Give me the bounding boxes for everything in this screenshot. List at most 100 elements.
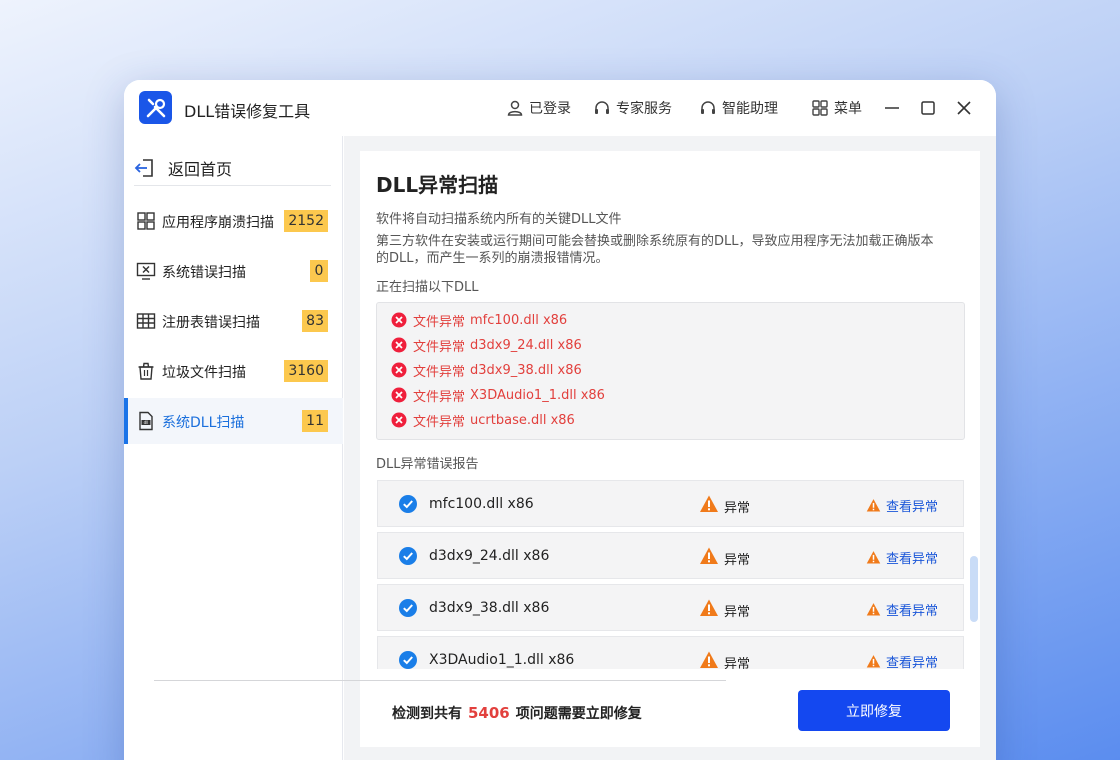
- warning-icon: [700, 651, 718, 668]
- count-badge: 3160: [284, 360, 328, 382]
- title-bar: DLL错误修复工具 已登录 专家服务 智能助理 菜单: [124, 80, 996, 136]
- checkbox-checked-icon[interactable]: [399, 651, 417, 669]
- report-status: 异常: [724, 553, 751, 568]
- scan-item: 文件异常 d3dx9_24.dll x86: [391, 335, 582, 355]
- count-badge: 0: [310, 260, 328, 282]
- scan-file: mfc100.dll x86: [470, 312, 568, 328]
- report-row[interactable]: d3dx9_38.dll x86 异常 查看异常: [377, 584, 964, 631]
- warning-icon: [866, 550, 881, 563]
- view-anomaly-link[interactable]: 查看异常: [866, 496, 939, 515]
- back-home-button[interactable]: 返回首页: [134, 150, 331, 186]
- count-badge: 11: [302, 410, 328, 432]
- report-file: mfc100.dll x86: [429, 496, 534, 512]
- expert-label: 专家服务: [616, 101, 672, 117]
- report-row[interactable]: mfc100.dll x86 异常 查看异常: [377, 480, 964, 527]
- view-anomaly-link[interactable]: 查看异常: [866, 600, 938, 619]
- assistant-label: 智能助理: [722, 101, 778, 117]
- error-x-icon: [391, 312, 407, 328]
- svg-text:dll: dll: [144, 420, 149, 425]
- app-logo-icon: [139, 91, 172, 124]
- summary-suffix: 项问题需要立即修复: [515, 706, 642, 722]
- user-icon: [507, 100, 523, 116]
- scan-item: 文件异常 X3DAudio1_1.dll x86: [391, 385, 605, 405]
- maximize-button[interactable]: [917, 97, 939, 119]
- report-list: mfc100.dll x86 异常 查看异常 d3dx9_24.dll x86 …: [376, 480, 976, 669]
- smart-assistant-button[interactable]: 智能助理: [699, 97, 778, 119]
- view-anomaly-label: 查看异常: [886, 655, 939, 670]
- summary-text: 检测到共有 5406 项问题需要立即修复: [392, 703, 642, 723]
- minimize-icon: [885, 107, 899, 109]
- scan-file: ucrtbase.dll x86: [470, 412, 575, 428]
- trash-icon: [138, 362, 154, 380]
- sidebar-item-registry[interactable]: 注册表错误扫描 83: [124, 298, 343, 344]
- report-file: d3dx9_38.dll x86: [429, 600, 550, 616]
- maximize-icon: [921, 101, 935, 115]
- grid-apps-icon: [137, 212, 155, 230]
- scan-item: 文件异常 d3dx9_38.dll x86: [391, 360, 582, 380]
- scan-status: 文件异常: [413, 314, 466, 330]
- view-anomaly-link[interactable]: 查看异常: [866, 652, 938, 669]
- description-detail: 第三方软件在安装或运行期间可能会替换或删除系统原有的DLL，导致应用程序无法加载…: [376, 234, 934, 266]
- sidebar-item-app-crash[interactable]: 应用程序崩溃扫描 2152: [124, 198, 343, 244]
- login-status-button[interactable]: 已登录: [506, 97, 571, 119]
- close-icon: [957, 101, 971, 115]
- scan-item: 文件异常 mfc100.dll x86: [391, 310, 567, 330]
- scan-status: 文件异常: [413, 364, 466, 380]
- app-title: DLL错误修复工具: [184, 102, 311, 121]
- scan-status: 文件异常: [413, 339, 466, 355]
- scan-file: X3DAudio1_1.dll x86: [470, 387, 605, 403]
- summary-prefix: 检测到共有: [392, 706, 462, 722]
- report-row[interactable]: d3dx9_24.dll x86 异常 查看异常: [377, 532, 964, 579]
- error-x-icon: [391, 362, 407, 378]
- scan-file: d3dx9_38.dll x86: [470, 362, 582, 378]
- back-arrow-icon: [134, 158, 153, 177]
- scan-status: 文件异常: [413, 389, 466, 405]
- minimize-button[interactable]: [881, 97, 903, 119]
- sidebar-item-junk-files[interactable]: 垃圾文件扫描 3160: [124, 348, 343, 394]
- error-x-icon: [391, 337, 407, 353]
- grid-menu-icon: [812, 100, 828, 116]
- count-badge: 83: [302, 310, 328, 332]
- fix-now-button[interactable]: 立即修复: [798, 690, 950, 731]
- menu-label: 菜单: [834, 101, 862, 117]
- expert-service-button[interactable]: 专家服务: [593, 97, 672, 119]
- error-x-icon: [391, 387, 407, 403]
- scan-item: 文件异常 ucrtbase.dll x86: [391, 410, 575, 430]
- page-title: DLL异常扫描: [376, 173, 499, 197]
- back-home-label: 返回首页: [168, 159, 233, 179]
- sidebar-item-label: 注册表错误扫描: [162, 315, 260, 331]
- warning-icon: [700, 495, 718, 512]
- menu-button[interactable]: 菜单: [811, 97, 862, 119]
- count-badge: 2152: [284, 210, 328, 232]
- sidebar-item-label: 应用程序崩溃扫描: [162, 215, 274, 231]
- report-status: 异常: [724, 657, 751, 669]
- sidebar-item-system-dll[interactable]: dll 系统DLL扫描 11: [124, 398, 343, 444]
- error-x-icon: [391, 412, 407, 428]
- report-row[interactable]: X3DAudio1_1.dll x86 异常 查看异常: [377, 636, 964, 669]
- table-icon: [136, 313, 156, 329]
- sidebar-item-label: 系统错误扫描: [162, 265, 246, 281]
- headset-icon: [701, 101, 715, 114]
- scan-list: 文件异常 mfc100.dll x86 文件异常 d3dx9_24.dll x8…: [376, 302, 965, 440]
- dll-scan-panel: DLL异常扫描 软件将自动扫描系统内所有的关键DLL文件 第三方软件在安装或运行…: [360, 151, 980, 747]
- sidebar-item-system-error[interactable]: 系统错误扫描 0: [124, 248, 343, 294]
- view-anomaly-label: 查看异常: [886, 499, 939, 515]
- report-list-scrollbar[interactable]: [970, 556, 978, 622]
- report-file: X3DAudio1_1.dll x86: [429, 652, 575, 668]
- warning-icon: [866, 498, 881, 511]
- checkbox-checked-icon[interactable]: [399, 495, 417, 513]
- warning-icon: [700, 547, 718, 564]
- login-label: 已登录: [529, 101, 571, 117]
- headset-icon: [595, 101, 609, 114]
- close-button[interactable]: [953, 97, 975, 119]
- sidebar-item-label: 垃圾文件扫描: [162, 365, 246, 381]
- scan-status: 文件异常: [413, 414, 466, 430]
- view-anomaly-label: 查看异常: [886, 551, 939, 567]
- app-window: DLL错误修复工具 已登录 专家服务 智能助理 菜单 返回首页 应用程序崩溃扫描…: [124, 80, 996, 760]
- checkbox-checked-icon[interactable]: [399, 547, 417, 565]
- issue-count: 5406: [468, 704, 510, 722]
- view-anomaly-link[interactable]: 查看异常: [866, 548, 939, 567]
- checkbox-checked-icon[interactable]: [399, 599, 417, 617]
- warning-icon: [700, 599, 718, 616]
- report-status: 异常: [724, 501, 751, 516]
